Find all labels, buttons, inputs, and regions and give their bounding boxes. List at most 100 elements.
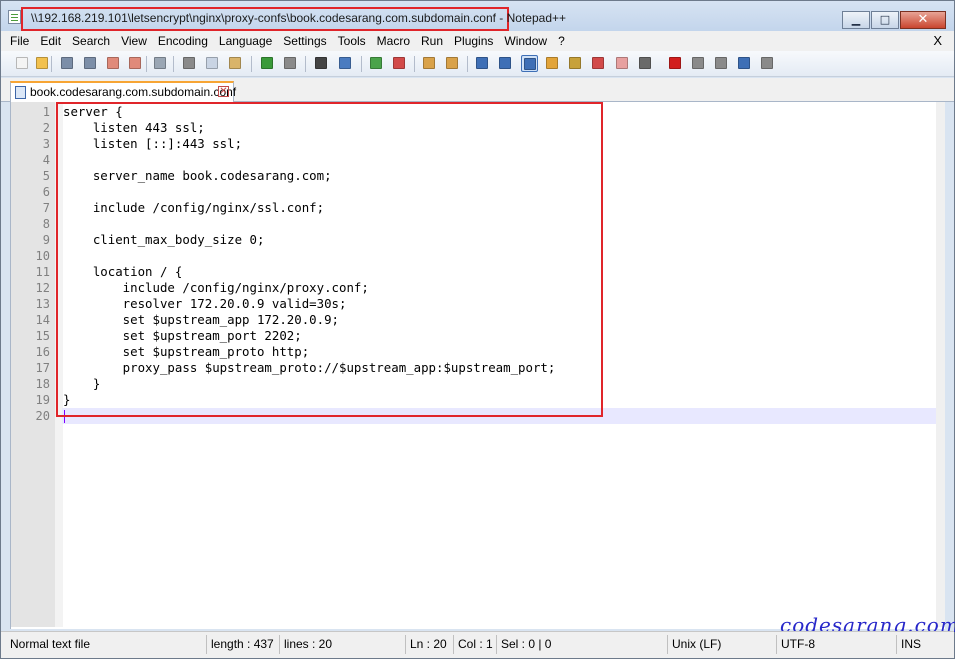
toolbar-separator xyxy=(173,56,174,72)
monitoring-button[interactable] xyxy=(637,55,654,72)
title-bar[interactable]: \\192.168.219.101\letsencrypt\nginx\prox… xyxy=(1,1,954,31)
print-button[interactable] xyxy=(152,55,169,72)
stop-macro-button[interactable] xyxy=(690,55,707,72)
close-icon xyxy=(107,57,119,69)
paste-button[interactable] xyxy=(227,55,244,72)
close-all-button[interactable] xyxy=(127,55,144,72)
window-controls: ▁ □ ✕ xyxy=(841,11,946,29)
function-list-button[interactable] xyxy=(590,55,607,72)
play-macro-button[interactable] xyxy=(713,55,730,72)
status-col: Col : 1 xyxy=(455,635,497,654)
toolbar-separator xyxy=(361,56,362,72)
replace-button[interactable] xyxy=(337,55,354,72)
close-window-button[interactable]: ✕ xyxy=(900,11,946,29)
menu-language[interactable]: Language xyxy=(219,34,272,48)
user-language-icon xyxy=(546,57,558,69)
tab-label: book.codesarang.com.subdomain.conf xyxy=(30,85,237,99)
document-map-button[interactable] xyxy=(567,55,584,72)
replace-icon xyxy=(339,57,351,69)
open-file-button[interactable] xyxy=(34,55,51,72)
status-file-type: Normal text file xyxy=(7,635,207,654)
close-button[interactable] xyxy=(105,55,122,72)
line-number: 10 xyxy=(35,249,50,263)
undo-icon xyxy=(261,57,273,69)
menu-settings[interactable]: Settings xyxy=(283,34,326,48)
close-document-button[interactable]: X xyxy=(933,33,942,48)
copy-button[interactable] xyxy=(204,55,221,72)
save-all-button[interactable] xyxy=(82,55,99,72)
user-language-button[interactable] xyxy=(544,55,561,72)
menu-bar: File Edit Search View Encoding Language … xyxy=(1,31,954,51)
notepad-app-icon[interactable] xyxy=(8,10,21,24)
save-button[interactable] xyxy=(59,55,76,72)
redo-button[interactable] xyxy=(282,55,299,72)
toolbar-separator xyxy=(305,56,306,72)
folder-workspace-icon xyxy=(616,57,628,69)
toolbar-separator xyxy=(51,56,52,72)
show-all-chars-icon xyxy=(499,57,511,69)
run-macro-multiple-button[interactable] xyxy=(736,55,753,72)
function-list-icon xyxy=(592,57,604,69)
status-insert-mode[interactable]: INS xyxy=(898,635,948,654)
document-map-icon xyxy=(569,57,581,69)
line-number: 6 xyxy=(42,185,50,199)
maximize-icon: □ xyxy=(879,13,891,26)
status-length: length : 437 xyxy=(208,635,280,654)
new-file-button[interactable] xyxy=(14,55,31,72)
tab-document[interactable]: book.codesarang.com.subdomain.conf ✕ xyxy=(10,81,237,102)
menu-search[interactable]: Search xyxy=(72,34,110,48)
minimize-button[interactable]: ▁ xyxy=(842,11,870,29)
menu-plugins[interactable]: Plugins xyxy=(454,34,493,48)
editor-area[interactable]: 1 2 3 4 5 6 7 8 9 10 11 12 13 14 15 16 17 18 19 20 server {… xyxy=(10,102,945,629)
line-number: 5 xyxy=(42,169,50,183)
save-all-icon xyxy=(84,57,96,69)
line-number: 8 xyxy=(42,217,50,231)
line-number: 12 xyxy=(35,281,50,295)
menu-help[interactable]: ? xyxy=(558,34,565,48)
zoom-out-button[interactable] xyxy=(391,55,408,72)
cut-button[interactable] xyxy=(181,55,198,72)
zoom-in-icon xyxy=(370,57,382,69)
tab-close-icon[interactable]: ✕ xyxy=(218,86,229,97)
menu-run[interactable]: Run xyxy=(421,34,443,48)
notepadpp-window: \\192.168.219.101\letsencrypt\nginx\prox… xyxy=(0,0,955,659)
line-number: 17 xyxy=(35,361,50,375)
menu-macro[interactable]: Macro xyxy=(377,34,410,48)
vertical-scrollbar[interactable] xyxy=(936,102,945,627)
word-wrap-button[interactable] xyxy=(474,55,491,72)
line-number: 11 xyxy=(35,265,50,279)
line-number: 19 xyxy=(35,393,50,407)
play-macro-icon xyxy=(715,57,727,69)
status-encoding[interactable]: UTF-8 xyxy=(778,635,897,654)
sync-horizontal-button[interactable] xyxy=(444,55,461,72)
close-all-icon xyxy=(129,57,141,69)
find-button[interactable] xyxy=(313,55,330,72)
line-number: 14 xyxy=(35,313,50,327)
folder-workspace-button[interactable] xyxy=(614,55,631,72)
line-number: 20 xyxy=(35,409,50,423)
window-title: \\192.168.219.101\letsencrypt\nginx\prox… xyxy=(31,11,567,25)
undo-button[interactable] xyxy=(259,55,276,72)
menu-file[interactable]: File xyxy=(10,34,29,48)
line-number: 2 xyxy=(42,121,50,135)
show-all-chars-button[interactable] xyxy=(497,55,514,72)
line-number: 9 xyxy=(42,233,50,247)
line-number: 18 xyxy=(35,377,50,391)
status-eol[interactable]: Unix (LF) xyxy=(669,635,777,654)
menu-edit[interactable]: Edit xyxy=(40,34,61,48)
maximize-button[interactable]: □ xyxy=(871,11,899,29)
menu-encoding[interactable]: Encoding xyxy=(158,34,208,48)
code-highlight-box xyxy=(56,102,603,417)
line-number: 13 xyxy=(35,297,50,311)
save-macro-button[interactable] xyxy=(759,55,776,72)
indent-guide-button[interactable] xyxy=(521,55,538,72)
menu-view[interactable]: View xyxy=(121,34,147,48)
menu-tools[interactable]: Tools xyxy=(338,34,366,48)
zoom-in-button[interactable] xyxy=(368,55,385,72)
print-icon xyxy=(154,57,166,69)
sync-vertical-button[interactable] xyxy=(421,55,438,72)
line-number: 3 xyxy=(42,137,50,151)
menu-window[interactable]: Window xyxy=(504,34,547,48)
record-macro-button[interactable] xyxy=(667,55,684,72)
record-macro-icon xyxy=(669,57,681,69)
